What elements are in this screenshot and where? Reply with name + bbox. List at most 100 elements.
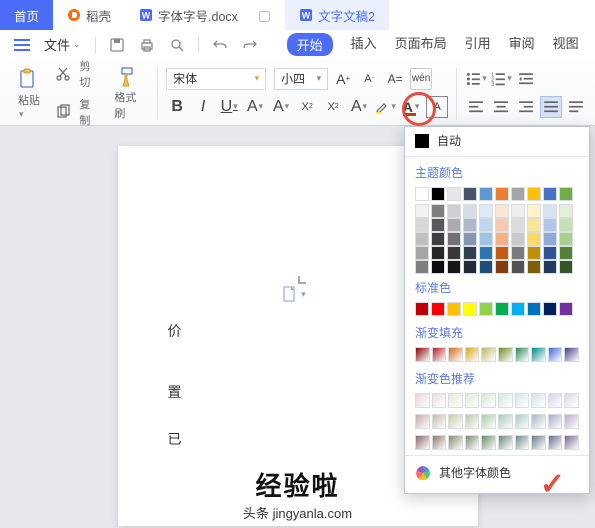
color-swatch[interactable] xyxy=(511,302,525,316)
auto-color-item[interactable]: 自动 xyxy=(405,127,589,154)
highlight-button[interactable]: ▾ xyxy=(374,96,396,118)
ribbon-reference[interactable]: 引用 xyxy=(465,33,491,56)
color-swatch[interactable] xyxy=(498,435,513,450)
color-swatch[interactable] xyxy=(543,204,557,218)
color-swatch[interactable] xyxy=(527,260,541,274)
color-swatch[interactable] xyxy=(431,302,445,316)
color-swatch[interactable] xyxy=(495,260,509,274)
format-painter-group[interactable]: 格式刷 xyxy=(104,64,149,121)
color-swatch[interactable] xyxy=(479,260,493,274)
color-swatch[interactable] xyxy=(511,218,525,232)
color-swatch[interactable] xyxy=(448,435,463,450)
underline-button[interactable]: U▾ xyxy=(218,96,240,118)
color-swatch[interactable] xyxy=(432,393,447,408)
color-swatch[interactable] xyxy=(448,414,463,429)
color-swatch[interactable] xyxy=(511,246,525,260)
font-color-button[interactable]: A ▾ xyxy=(400,96,422,118)
color-swatch[interactable] xyxy=(495,302,509,316)
color-swatch[interactable] xyxy=(495,246,509,260)
color-swatch[interactable] xyxy=(515,393,530,408)
color-swatch[interactable] xyxy=(463,187,477,201)
color-swatch[interactable] xyxy=(431,246,445,260)
align-right-button[interactable] xyxy=(515,96,537,118)
color-swatch[interactable] xyxy=(559,302,573,316)
color-swatch[interactable] xyxy=(531,435,546,450)
color-swatch[interactable] xyxy=(415,347,430,362)
align-left-button[interactable] xyxy=(465,96,487,118)
font-name-select[interactable]: 宋体 ▾ xyxy=(166,68,266,90)
color-swatch[interactable] xyxy=(481,435,496,450)
color-swatch[interactable] xyxy=(564,414,579,429)
color-swatch[interactable] xyxy=(415,302,429,316)
color-swatch[interactable] xyxy=(495,187,509,201)
color-swatch[interactable] xyxy=(559,260,573,274)
color-swatch[interactable] xyxy=(463,218,477,232)
color-swatch[interactable] xyxy=(415,393,430,408)
color-swatch[interactable] xyxy=(481,347,496,362)
color-swatch[interactable] xyxy=(415,414,430,429)
color-swatch[interactable] xyxy=(431,204,445,218)
font-size-select[interactable]: 小四 ▾ xyxy=(274,68,328,90)
color-swatch[interactable] xyxy=(415,260,429,274)
color-swatch[interactable] xyxy=(511,204,525,218)
bold-button[interactable]: B xyxy=(166,96,188,118)
color-swatch[interactable] xyxy=(415,232,429,246)
color-swatch[interactable] xyxy=(481,393,496,408)
color-swatch[interactable] xyxy=(527,246,541,260)
color-swatch[interactable] xyxy=(447,302,461,316)
color-swatch[interactable] xyxy=(559,246,573,260)
numbering-button[interactable]: 123▾ xyxy=(490,68,512,90)
color-swatch[interactable] xyxy=(431,218,445,232)
color-swatch[interactable] xyxy=(415,187,429,201)
ribbon-review[interactable]: 审阅 xyxy=(509,33,535,56)
ribbon-start[interactable]: 开始 xyxy=(287,33,333,56)
color-swatch[interactable] xyxy=(495,218,509,232)
color-swatch[interactable] xyxy=(463,260,477,274)
color-swatch[interactable] xyxy=(465,347,480,362)
color-swatch[interactable] xyxy=(564,393,579,408)
color-swatch[interactable] xyxy=(447,232,461,246)
redo-icon[interactable] xyxy=(237,32,263,58)
color-swatch[interactable] xyxy=(511,232,525,246)
color-swatch[interactable] xyxy=(527,187,541,201)
color-swatch[interactable] xyxy=(415,204,429,218)
superscript-button[interactable]: X2 xyxy=(296,96,318,118)
color-swatch[interactable] xyxy=(543,302,557,316)
color-swatch[interactable] xyxy=(495,232,509,246)
print-icon[interactable] xyxy=(134,32,160,58)
color-swatch[interactable] xyxy=(559,232,573,246)
color-swatch[interactable] xyxy=(527,204,541,218)
italic-button[interactable]: I xyxy=(192,96,214,118)
color-swatch[interactable] xyxy=(543,187,557,201)
print-preview-icon[interactable] xyxy=(164,32,190,58)
save-icon[interactable] xyxy=(104,32,130,58)
ribbon-layout[interactable]: 页面布局 xyxy=(395,33,447,56)
color-swatch[interactable] xyxy=(479,246,493,260)
color-swatch[interactable] xyxy=(511,187,525,201)
app-menu-icon[interactable] xyxy=(10,33,34,57)
tab-doc1[interactable]: W 字体字号.docx ▢ xyxy=(125,0,285,30)
color-swatch[interactable] xyxy=(447,260,461,274)
tab-restore-icon[interactable]: ▢ xyxy=(258,7,271,24)
color-swatch[interactable] xyxy=(543,232,557,246)
color-swatch[interactable] xyxy=(527,218,541,232)
color-swatch[interactable] xyxy=(527,232,541,246)
color-swatch[interactable] xyxy=(559,204,573,218)
color-swatch[interactable] xyxy=(564,347,579,362)
color-swatch[interactable] xyxy=(559,187,573,201)
color-swatch[interactable] xyxy=(481,414,496,429)
ribbon-insert[interactable]: 插入 xyxy=(351,33,377,56)
char-border-button[interactable]: A xyxy=(426,96,448,118)
color-swatch[interactable] xyxy=(548,393,563,408)
color-swatch[interactable] xyxy=(548,414,563,429)
color-swatch[interactable] xyxy=(415,435,430,450)
decrease-indent-button[interactable] xyxy=(515,68,537,90)
color-swatch[interactable] xyxy=(447,218,461,232)
color-swatch[interactable] xyxy=(447,246,461,260)
color-swatch[interactable] xyxy=(564,435,579,450)
color-swatch[interactable] xyxy=(498,414,513,429)
color-swatch[interactable] xyxy=(415,246,429,260)
color-swatch[interactable] xyxy=(479,218,493,232)
grow-font-button[interactable]: A+ xyxy=(332,68,354,90)
color-swatch[interactable] xyxy=(465,393,480,408)
